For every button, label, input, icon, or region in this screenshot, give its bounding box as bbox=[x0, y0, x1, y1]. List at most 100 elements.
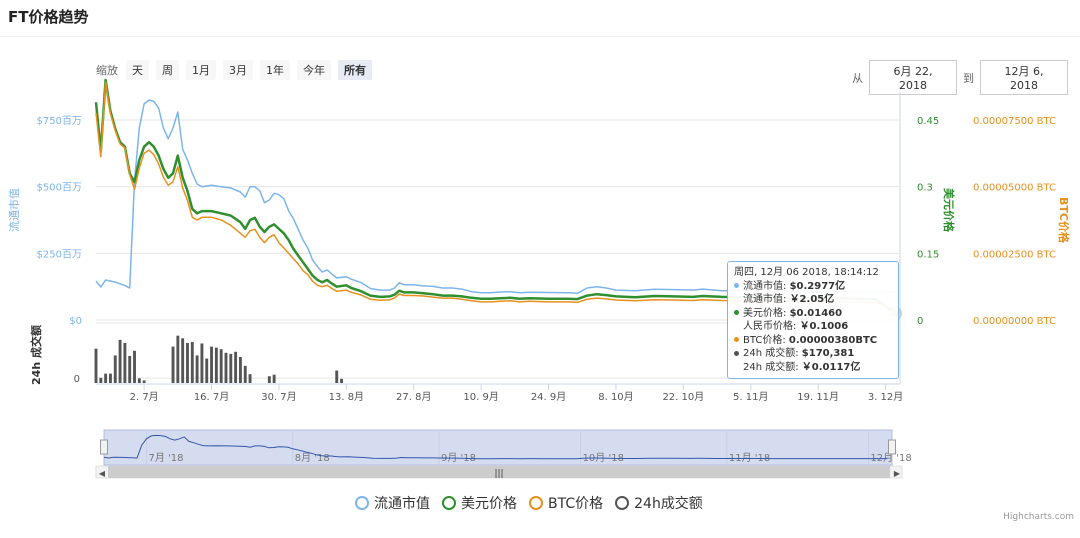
volume-bar bbox=[113, 355, 117, 383]
volume-bar bbox=[214, 347, 218, 383]
tooltip-value: 0.00000380BTC bbox=[788, 334, 878, 346]
tooltip-dot-icon bbox=[734, 337, 739, 342]
tooltip-row: 24h 成交额: ￥0.0117亿 bbox=[734, 361, 892, 375]
volume-bars bbox=[94, 335, 343, 383]
x-tick-label: 19. 11月 bbox=[797, 391, 839, 403]
navigator[interactable]: 7月 '18 8月 '18 9月 '18 10月 '18 11月 '18 12月 '18|… bbox=[95, 429, 912, 479]
volume-bar bbox=[272, 374, 276, 383]
x-tick-label: 8. 10月 bbox=[598, 391, 633, 403]
y-axis-title-volume: 24h 成交额 bbox=[29, 325, 43, 385]
tooltip-label: 流通市值: bbox=[743, 280, 790, 292]
volume-bar bbox=[123, 342, 127, 383]
legend-item-btc-price[interactable]: BTC价格 bbox=[529, 493, 603, 513]
volume-bar bbox=[243, 365, 247, 383]
volume-bar bbox=[176, 335, 180, 383]
y-tick-label-btc: 0.00000000 BTC bbox=[973, 316, 1056, 327]
y-tick-label-btc: 0.00007500 BTC bbox=[973, 116, 1056, 127]
y-tick-label-usd: 0.45 bbox=[917, 116, 939, 127]
y-tick-label-left: $750百万 bbox=[37, 115, 82, 127]
tooltip-row: 24h 成交额: $170,381 bbox=[734, 347, 892, 361]
scrollbar-left-arrow-icon[interactable]: ◀ bbox=[99, 469, 106, 478]
volume-bar bbox=[181, 338, 185, 383]
legend-label: BTC价格 bbox=[548, 496, 604, 512]
x-tick-label: 10. 9月 bbox=[463, 391, 498, 403]
volume-bar bbox=[219, 349, 223, 383]
volume-bar bbox=[210, 346, 213, 383]
tooltip-dot-icon bbox=[734, 297, 739, 302]
navigator-right-handle[interactable] bbox=[888, 439, 896, 455]
volume-bar bbox=[335, 370, 339, 383]
navigator-mask bbox=[103, 429, 893, 466]
tooltip-label: 24h 成交额: bbox=[743, 361, 802, 373]
legend-circle-icon bbox=[355, 496, 369, 510]
tooltip-row: 美元价格: $0.01460 bbox=[734, 307, 892, 321]
tooltip-dot-icon bbox=[734, 324, 739, 329]
tooltip-value: $170,381 bbox=[801, 348, 855, 359]
x-tick-label: 3. 12月 bbox=[868, 391, 903, 403]
tooltip-value: $0.01460 bbox=[789, 307, 843, 319]
x-tick-label: 2. 7月 bbox=[130, 391, 159, 403]
volume-bar bbox=[99, 377, 103, 383]
volume-bar bbox=[137, 378, 141, 383]
volume-bar bbox=[229, 353, 233, 383]
legend-item-market-cap[interactable]: 流通市值 bbox=[355, 493, 430, 513]
y-tick-label-usd: 0.3 bbox=[917, 183, 933, 194]
volume-bar bbox=[248, 374, 252, 383]
y-tick-label-usd: 0.15 bbox=[917, 249, 939, 260]
legend-label: 流通市值 bbox=[374, 496, 430, 512]
volume-bar bbox=[267, 376, 271, 383]
legend-item-usd-price[interactable]: 美元价格 bbox=[442, 493, 517, 513]
navigator-left-handle[interactable] bbox=[100, 439, 108, 455]
x-tick-label: 27. 8月 bbox=[396, 391, 431, 403]
y-tick-label-left: $250百万 bbox=[37, 248, 82, 260]
legend-circle-icon bbox=[442, 496, 456, 510]
scrollbar-right-arrow-icon[interactable]: ▶ bbox=[894, 469, 901, 478]
x-tick-label: 5. 11月 bbox=[733, 391, 768, 403]
x-tick-label: 24. 9月 bbox=[531, 391, 566, 403]
x-tick-label: 16. 7月 bbox=[194, 391, 229, 403]
volume-bar bbox=[142, 380, 146, 383]
volume-bar bbox=[205, 358, 209, 383]
credits: Highcharts.com bbox=[1003, 512, 1074, 522]
volume-bar bbox=[234, 351, 238, 383]
tooltip-dot-icon bbox=[734, 310, 739, 315]
tooltip-row: 人民币价格: ￥0.1006 bbox=[734, 320, 892, 334]
x-tick-label: 22. 10月 bbox=[662, 391, 704, 403]
y-tick-label-btc: 0.00005000 BTC bbox=[973, 183, 1056, 194]
x-axis: 2. 7月 16. 7月 30. 7月 13. 8月 27. 8月 10. 9月 24. 9… bbox=[96, 383, 903, 403]
y-axis-title-market-cap: 流通市值 bbox=[7, 188, 21, 232]
legend-label: 美元价格 bbox=[461, 496, 517, 512]
tooltip-row: BTC价格: 0.00000380BTC bbox=[734, 334, 892, 348]
tooltip-dot-icon bbox=[734, 364, 739, 369]
price-chart: $0 $250百万 $500百万 $750百万 0 0.15 0.3 0.45 0.000000… bbox=[7, 78, 1071, 479]
volume-bar bbox=[340, 378, 343, 383]
tooltip-label: 流通市值: bbox=[743, 294, 790, 305]
tooltip-value: ￥0.1006 bbox=[799, 321, 849, 332]
legend-circle-icon bbox=[615, 496, 630, 510]
tooltip-row: 流通市值: $0.2977亿 bbox=[734, 280, 892, 294]
tooltip-label: 24h 成交额: bbox=[743, 348, 802, 359]
tooltip-row: 流通市值: ￥2.05亿 bbox=[734, 293, 892, 307]
navigator-tick-label: 7月 '18 bbox=[148, 452, 183, 464]
y-tick-label-usd: 0 bbox=[917, 316, 923, 327]
x-tick-label: 30. 7月 bbox=[261, 391, 296, 403]
volume-bar bbox=[238, 357, 242, 383]
y-tick-label-left: $500百万 bbox=[37, 182, 82, 194]
volume-bar bbox=[133, 350, 136, 383]
legend-label: 24h成交额 bbox=[634, 496, 703, 512]
y-tick-label-volume: 0 bbox=[74, 374, 80, 385]
tooltip-value: $0.2977亿 bbox=[789, 280, 846, 292]
y-axis-title-usd: 美元价格 bbox=[942, 188, 956, 233]
volume-bar bbox=[171, 346, 175, 383]
volume-bar bbox=[94, 348, 98, 383]
tooltip-dot-icon bbox=[734, 350, 739, 356]
volume-bar bbox=[128, 355, 132, 383]
volume-bar bbox=[224, 352, 228, 383]
volume-bar bbox=[104, 373, 108, 383]
tooltip-value: ￥0.0117亿 bbox=[801, 361, 861, 373]
volume-bar bbox=[190, 341, 194, 383]
legend-item-volume[interactable]: 24h成交额 bbox=[615, 493, 703, 513]
y-tick-label-btc: 0.00002500 BTC bbox=[973, 249, 1056, 260]
y-axis-title-btc: BTC价格 bbox=[1057, 197, 1071, 244]
volume-bar bbox=[118, 339, 122, 383]
